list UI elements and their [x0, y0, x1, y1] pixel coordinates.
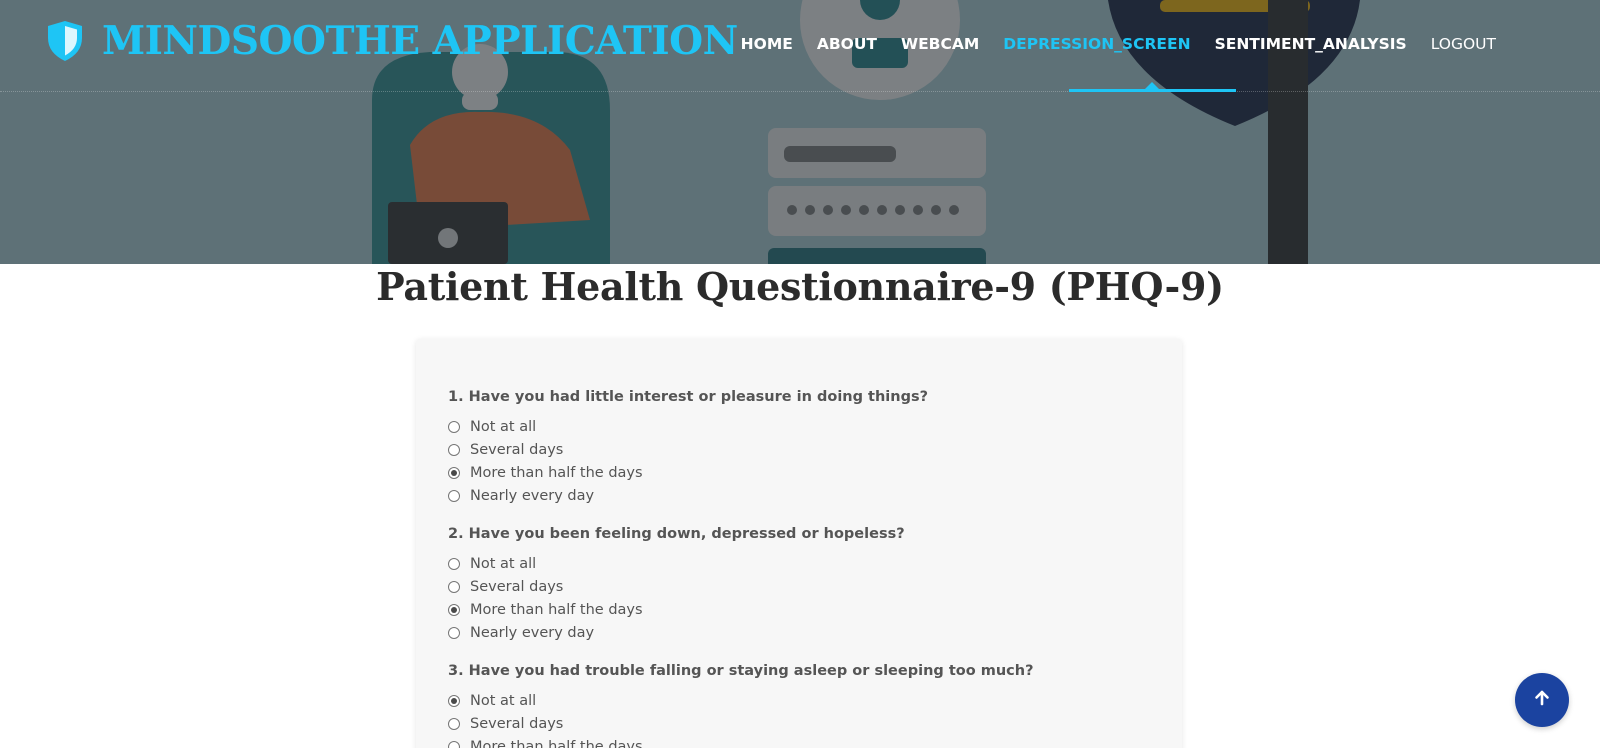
nav-item-logout[interactable]: LOGOUT [1431, 35, 1496, 53]
question-text: 2. Have you been feeling down, depressed… [448, 526, 905, 542]
radio-button-selected[interactable] [448, 694, 460, 707]
q1-option-nearly-every-day[interactable]: Nearly every day [448, 484, 928, 507]
option-label: More than half the days [470, 738, 643, 748]
option-label: Not at all [470, 418, 537, 435]
app-title: MINDSOOTHE APPLICATION [102, 18, 738, 64]
page-title: Patient Health Questionnaire-9 (PHQ-9) [376, 264, 1224, 309]
option-label: Nearly every day [470, 487, 595, 504]
nav-item-webcam[interactable]: WEBCAM [901, 35, 979, 53]
question-text: 1. Have you had little interest or pleas… [448, 389, 929, 405]
shield-icon [46, 20, 84, 62]
hero-banner: MINDSOOTHE APPLICATION HOME ABOUT WEBCAM… [0, 0, 1600, 264]
option-label: More than half the days [470, 601, 643, 618]
q2-option-several-days[interactable]: Several days [448, 575, 905, 598]
nav-item-home[interactable]: HOME [741, 35, 793, 53]
option-label: Several days [470, 441, 564, 458]
nav-item-sentiment-analysis[interactable]: SENTIMENT_ANALYSIS [1215, 35, 1407, 53]
radio-button[interactable] [448, 740, 460, 748]
radio-button[interactable] [448, 489, 460, 502]
option-label: More than half the days [470, 464, 643, 481]
nav-item-depression-screen[interactable]: DEPRESSION_SCREEN [1003, 35, 1190, 53]
question-3: 3. Have you had trouble falling or stayi… [448, 663, 1033, 748]
arrow-up-icon [1533, 689, 1551, 711]
question-2: 2. Have you been feeling down, depressed… [448, 526, 905, 644]
question-1: 1. Have you had little interest or pleas… [448, 389, 928, 507]
radio-button[interactable] [448, 717, 460, 730]
option-label: Not at all [470, 692, 537, 709]
active-nav-underline [1069, 89, 1236, 92]
radio-button[interactable] [448, 580, 460, 593]
q2-option-nearly-every-day[interactable]: Nearly every day [448, 621, 905, 644]
radio-button-selected[interactable] [448, 603, 460, 616]
q1-option-more-than-half[interactable]: More than half the days [448, 461, 928, 484]
radio-button[interactable] [448, 557, 460, 570]
q1-option-not-at-all[interactable]: Not at all [448, 415, 928, 438]
nav-item-about[interactable]: ABOUT [817, 35, 877, 53]
option-label: Not at all [470, 555, 537, 572]
q3-option-not-at-all[interactable]: Not at all [448, 689, 1033, 712]
q1-option-several-days[interactable]: Several days [448, 438, 928, 461]
back-to-top-button[interactable] [1515, 673, 1569, 727]
radio-button[interactable] [448, 626, 460, 639]
q3-option-several-days[interactable]: Several days [448, 712, 1033, 735]
option-label: Nearly every day [470, 624, 595, 641]
radio-button-selected[interactable] [448, 466, 460, 479]
option-label: Several days [470, 715, 564, 732]
radio-button[interactable] [448, 443, 460, 456]
option-label: Several days [470, 578, 564, 595]
q3-option-more-than-half[interactable]: More than half the days [448, 735, 1033, 748]
question-text: 3. Have you had trouble falling or stayi… [448, 663, 1034, 679]
main-nav: HOME ABOUT WEBCAM DEPRESSION_SCREEN SENT… [717, 35, 1496, 53]
header-divider [0, 91, 1600, 92]
questionnaire-form: 1. Have you had little interest or pleas… [416, 339, 1182, 748]
q2-option-not-at-all[interactable]: Not at all [448, 552, 905, 575]
brand-logo[interactable]: MINDSOOTHE APPLICATION [46, 18, 738, 64]
radio-button[interactable] [448, 420, 460, 433]
q2-option-more-than-half[interactable]: More than half the days [448, 598, 905, 621]
